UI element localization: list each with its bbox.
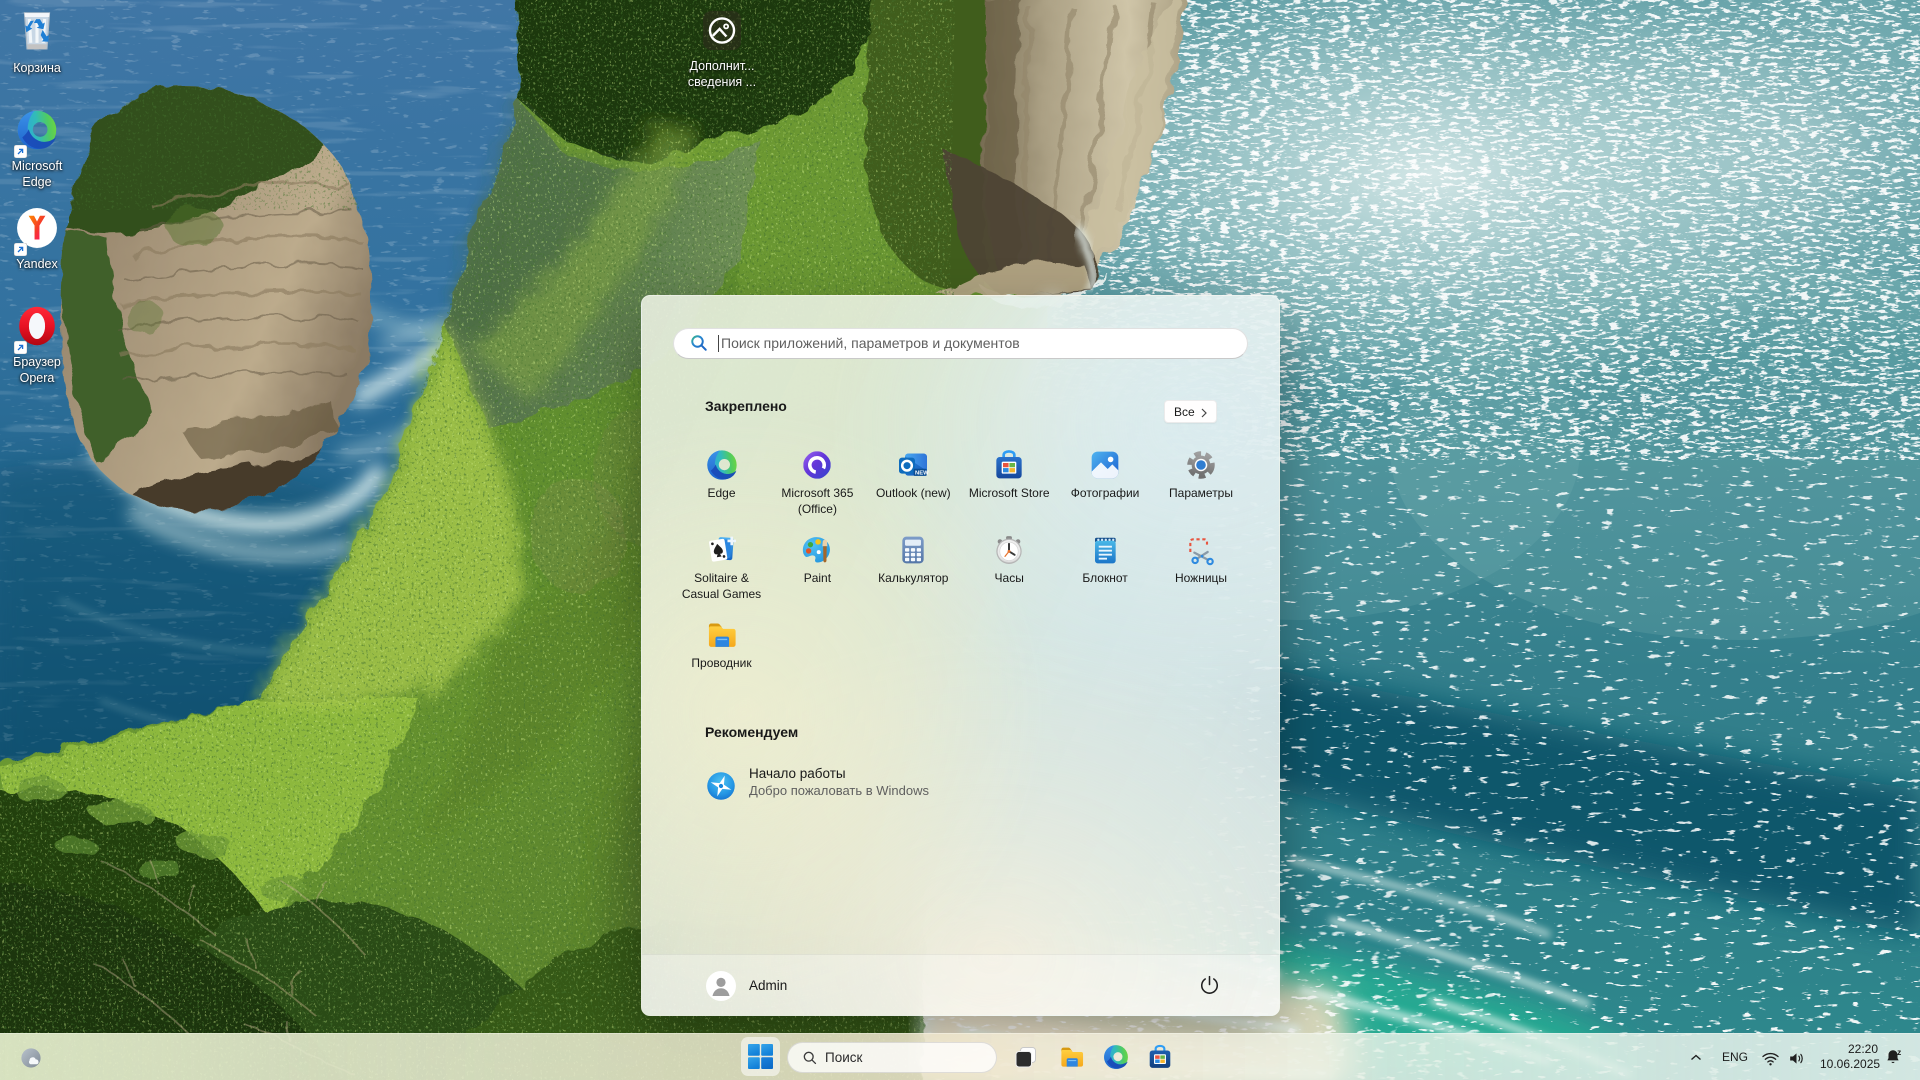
svg-text:NEW: NEW: [915, 470, 929, 476]
svg-text:z: z: [1897, 1048, 1901, 1057]
